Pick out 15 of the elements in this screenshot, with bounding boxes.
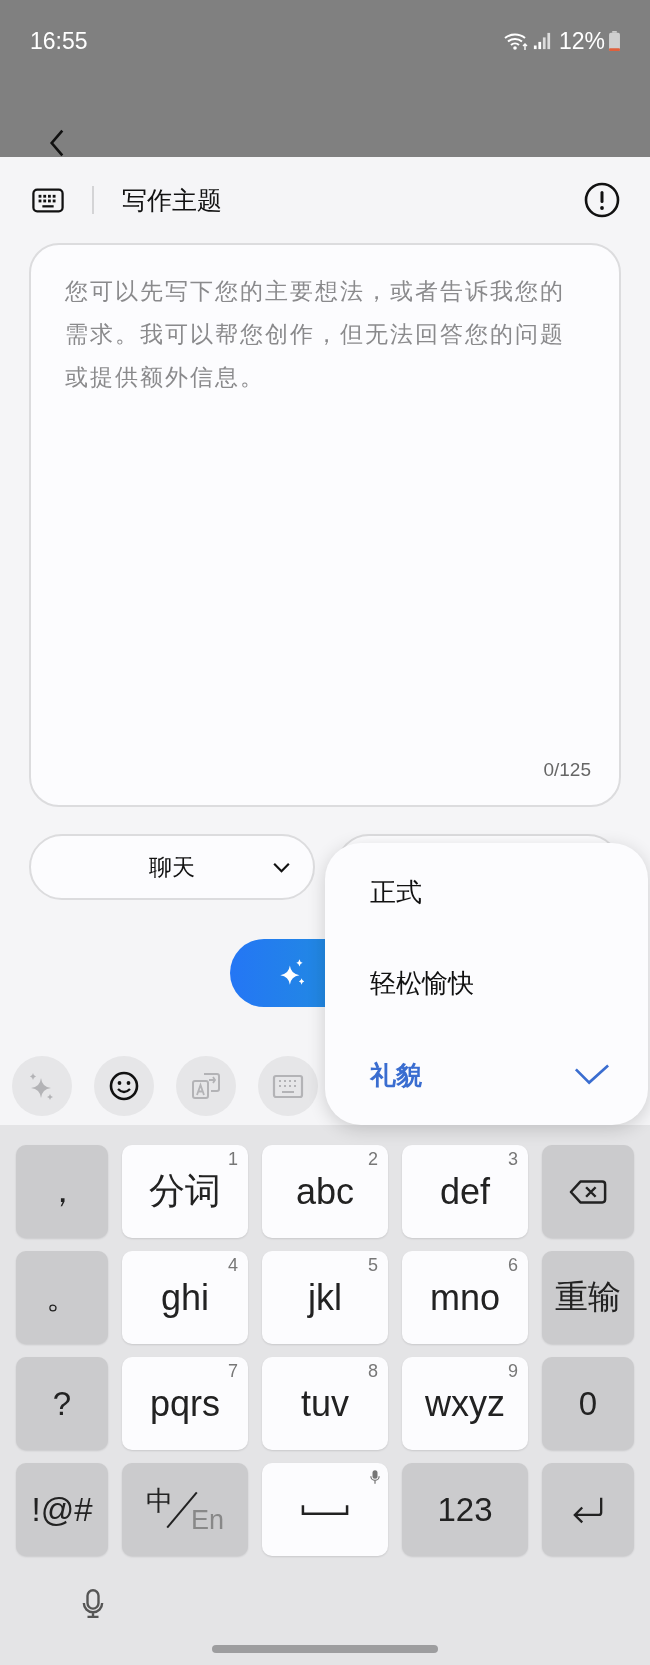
key-digit: 3: [508, 1149, 518, 1170]
key-digit: 6: [508, 1255, 518, 1276]
key-digit: 1: [228, 1149, 238, 1170]
key-digit: 7: [228, 1361, 238, 1382]
status-time: 16:55: [30, 27, 88, 55]
language-label: En: [191, 1505, 224, 1536]
key-digit: 4: [228, 1255, 238, 1276]
language-label: 中: [146, 1485, 173, 1518]
key-digit: 9: [508, 1361, 518, 1382]
key-digit: 8: [368, 1361, 378, 1382]
key-digit: 5: [368, 1255, 378, 1276]
key-digit: 2: [368, 1149, 378, 1170]
sheet-title: 写作主题: [122, 184, 223, 216]
battery-percentage: 12%: [558, 27, 605, 55]
character-counter: 0/125: [543, 759, 591, 781]
